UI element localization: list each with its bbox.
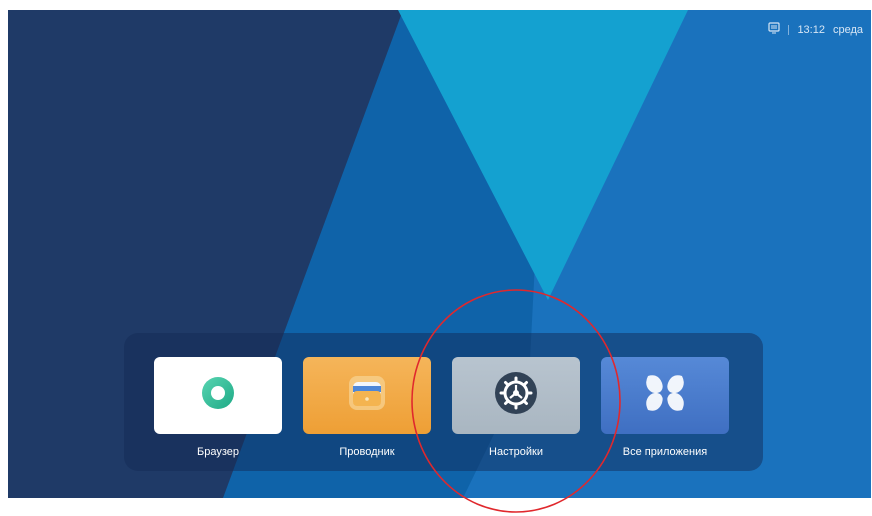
status-bar: 13:12 среда: [768, 22, 863, 38]
browser-icon: [200, 375, 236, 416]
app-dock: Браузер Проводник Настройки Все приложен…: [124, 333, 763, 471]
status-divider: [788, 25, 790, 35]
clock-day: среда: [832, 24, 863, 36]
settings-tile[interactable]: [452, 357, 580, 434]
tv-input-icon: [768, 22, 781, 38]
folder-icon: [345, 373, 389, 418]
file-manager-tile[interactable]: [303, 357, 431, 434]
file-manager-label: Проводник: [339, 446, 395, 458]
all-apps-tile[interactable]: [601, 357, 729, 434]
browser-label: Браузер: [197, 446, 239, 458]
clock-time: 13:12: [797, 24, 825, 36]
settings-gear-icon: [494, 371, 538, 420]
all-apps-icon: [641, 371, 689, 420]
all-apps-label: Все приложения: [622, 446, 708, 458]
tv-home-screen: 13:12 среда Браузер Проводник Настройки …: [8, 10, 871, 498]
settings-label: Настройки: [489, 446, 543, 458]
browser-tile[interactable]: [154, 357, 282, 434]
